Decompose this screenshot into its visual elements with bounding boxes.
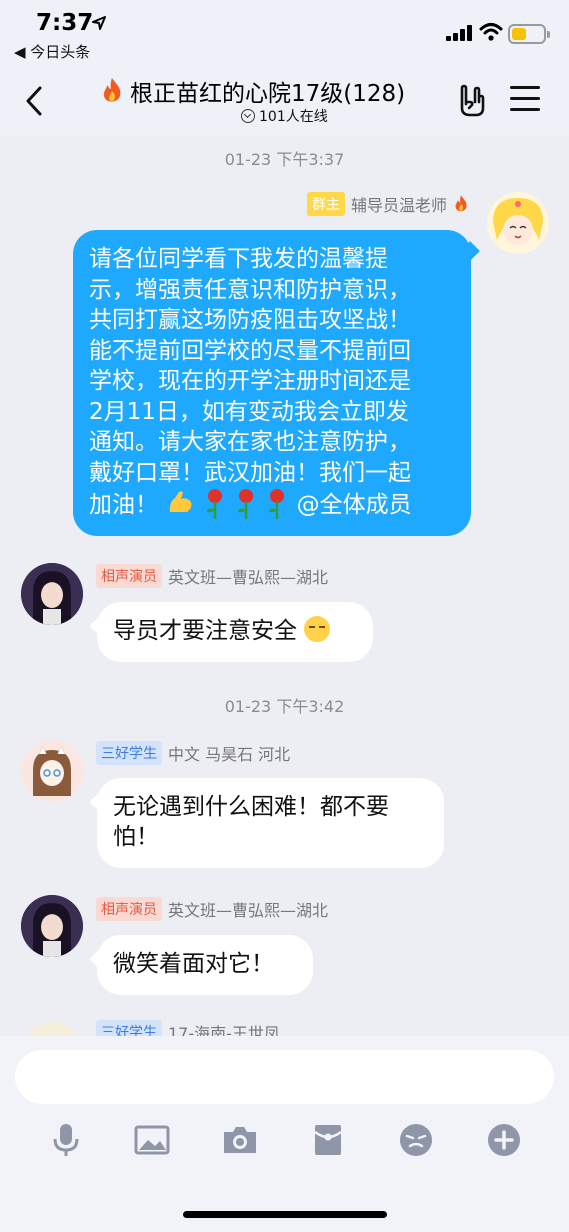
anime-avatar-icon <box>21 563 83 625</box>
online-count[interactable]: 101人在线 <box>241 106 328 126</box>
red-packet-icon[interactable] <box>310 1122 346 1158</box>
avatar[interactable] <box>21 895 83 957</box>
sender-name: 辅导员温老师 <box>350 196 447 215</box>
message-line: 怕！ <box>113 824 159 850</box>
sender-name: 英文班—曹弘熙—湖北 <box>168 568 329 587</box>
wifi-icon <box>479 23 503 41</box>
status-time: 7:37 <box>36 10 94 36</box>
plus-icon[interactable] <box>486 1122 522 1158</box>
sender-name: 英文班—曹弘熙—湖北 <box>168 901 329 920</box>
location-arrow-icon <box>92 16 106 30</box>
role-badge: 相声演员 <box>96 564 162 588</box>
message-line: 示，增强责任意识和防护意识， <box>89 276 411 303</box>
message-timestamp: 01-23 下午3:37 <box>224 150 345 169</box>
chevron-down-icon <box>241 109 255 123</box>
message-input[interactable] <box>15 1050 554 1104</box>
sender-line: 三好学生 中文 马昊石 河北 <box>96 741 290 765</box>
anime-avatar-icon <box>21 895 83 957</box>
message-line: 学校，现在的开学注册时间还是 <box>89 368 411 394</box>
fire-icon <box>455 195 467 212</box>
sender-name: 中文 马昊石 河北 <box>168 745 291 764</box>
message-line: 加油！ @全体成员 <box>89 488 455 521</box>
avatar[interactable] <box>487 192 549 254</box>
signal-icon <box>446 25 472 41</box>
anime-avatar-icon <box>487 192 549 254</box>
message-line: 通知。请大家在家也注意防护， <box>89 429 411 455</box>
battery-icon <box>508 24 550 44</box>
home-indicator[interactable] <box>183 1211 387 1218</box>
message-bubble[interactable]: 导员才要注意安全 <box>97 602 373 662</box>
rose-icon <box>269 489 285 519</box>
image-icon[interactable] <box>134 1122 170 1158</box>
owner-badge: 群主 <box>306 192 345 216</box>
message-bubble[interactable]: 请各位同学看下我发的温馨提 示，增强责任意识和防护意识， 共同打赢这场防疫阻击攻… <box>73 230 471 536</box>
back-to-app-link[interactable]: ◀ 今日头条 <box>14 41 90 62</box>
role-badge: 三好学生 <box>96 741 162 765</box>
role-badge: 相声演员 <box>96 897 162 921</box>
flexed-biceps-icon <box>170 491 192 512</box>
message-text: 导员才要注意安全 <box>113 618 297 644</box>
chat-title: 根正苗红的心院17级(128) <box>130 81 406 107</box>
camera-icon[interactable] <box>222 1122 258 1158</box>
message-text: 加油！ <box>89 492 158 518</box>
microphone-icon[interactable] <box>48 1122 84 1158</box>
message-line: 2月11日，如有变动我会立即发 <box>89 398 409 425</box>
message-timestamp: 01-23 下午3:42 <box>224 697 345 716</box>
sender-line: 相声演员 英文班—曹弘熙—湖北 <box>96 564 328 588</box>
rock-hand-icon[interactable] <box>456 84 490 118</box>
message-line: 请各位同学看下我发的温馨提 <box>89 246 388 272</box>
rose-icon <box>206 489 222 519</box>
sender-line: 相声演员 英文班—曹弘熙—湖北 <box>96 897 328 921</box>
anime-avatar-icon <box>21 740 83 802</box>
chat-title-wrap[interactable]: 根正苗红的心院17级(128) <box>100 76 460 107</box>
menu-icon[interactable] <box>510 86 540 112</box>
sender-line: 群主 辅导员温老师 <box>306 192 469 216</box>
message-line: 戴好口罩！武汉加油！我们一起 <box>89 459 411 486</box>
composer-toolbar <box>0 1122 569 1162</box>
unamused-face-icon <box>304 616 331 642</box>
message-text: 微笑着面对它！ <box>113 951 274 977</box>
chat-header: 根正苗红的心院17级(128) 101人在线 <box>0 64 569 136</box>
message-bubble[interactable]: 无论遇到什么困难！都不要 怕！ <box>97 778 444 868</box>
fire-icon <box>103 78 121 102</box>
avatar[interactable] <box>21 740 83 802</box>
avatar[interactable] <box>21 563 83 625</box>
back-chevron-icon[interactable] <box>20 84 50 118</box>
message-line: 共同打赢这场防疫阻击攻坚战！ <box>89 307 411 333</box>
rose-icon <box>237 489 253 519</box>
emoji-icon[interactable] <box>398 1122 434 1158</box>
message-line: 能不提前回学校的尽量不提前回 <box>89 337 411 364</box>
composer-area <box>0 1036 569 1232</box>
message-line: 无论遇到什么困难！都不要 <box>113 794 389 820</box>
status-bar: 7:37 ◀ 今日头条 <box>0 0 569 64</box>
mention-all[interactable]: @全体成员 <box>297 492 412 518</box>
message-bubble[interactable]: 微笑着面对它！ <box>97 935 313 995</box>
online-count-label: 101人在线 <box>259 109 328 125</box>
